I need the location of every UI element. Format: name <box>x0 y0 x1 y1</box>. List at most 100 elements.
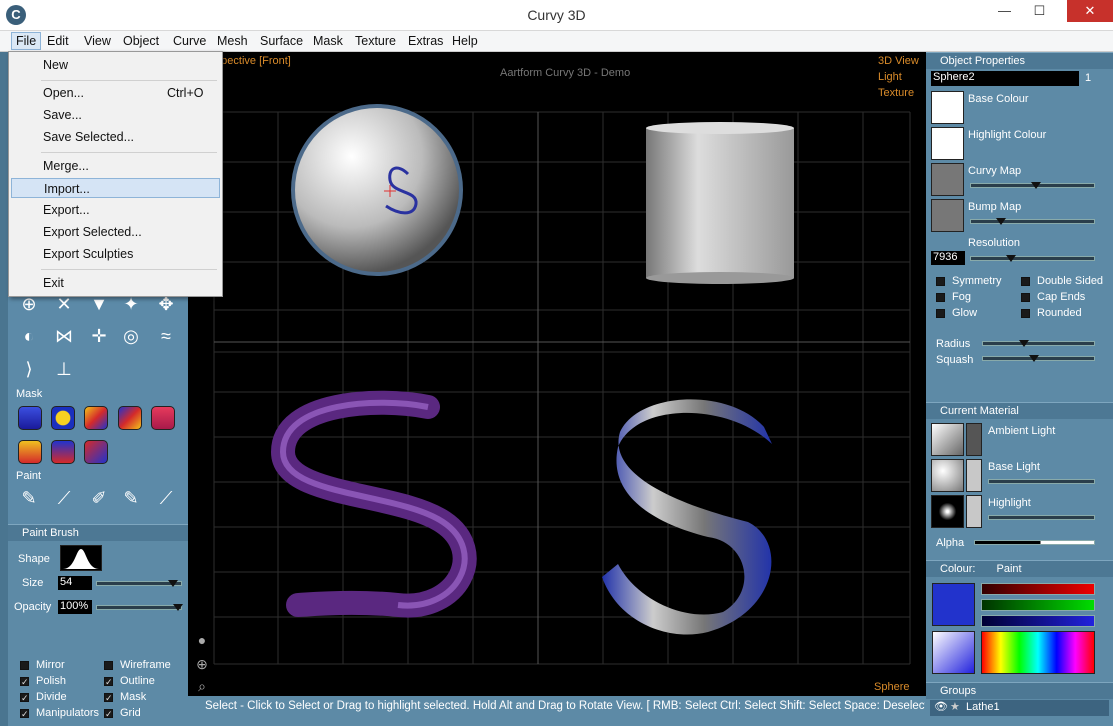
dropper-icon[interactable]: ✐ <box>87 486 111 510</box>
resolution-slider[interactable] <box>970 255 1095 262</box>
base-light-swatch[interactable] <box>931 459 964 492</box>
menu-object[interactable]: Object <box>119 33 163 49</box>
menu-edit[interactable]: Edit <box>43 33 73 49</box>
star-icon[interactable]: ★ <box>950 700 960 713</box>
base-light-colour[interactable] <box>966 459 982 492</box>
bump-map-swatch[interactable] <box>931 199 964 232</box>
curvy-map-thumb[interactable] <box>1031 182 1041 189</box>
menu-item-export-selected[interactable]: Export Selected... <box>11 222 220 242</box>
size-value[interactable]: 54 <box>58 576 92 590</box>
menu-view[interactable]: View <box>80 33 115 49</box>
group-name[interactable]: Lathe1 <box>966 701 1000 713</box>
flag-checkbox[interactable] <box>1021 277 1030 286</box>
mask-clear-icon[interactable] <box>151 406 175 430</box>
mask-gradient-icon[interactable] <box>84 406 108 430</box>
opacity-value[interactable]: 100% <box>58 600 92 614</box>
shade-picker[interactable] <box>932 631 975 674</box>
red-slider[interactable] <box>981 583 1095 595</box>
size-slider[interactable] <box>96 580 182 587</box>
mask-slice-icon[interactable] <box>84 440 108 464</box>
mode-3d-view[interactable]: 3D View <box>878 55 919 67</box>
close-button[interactable]: ✕ <box>1067 0 1113 22</box>
menu-help[interactable]: Help <box>448 33 482 49</box>
option-checkbox[interactable] <box>104 661 113 670</box>
split-tool-icon[interactable]: ⟩ <box>17 357 41 381</box>
menu-mask[interactable]: Mask <box>309 33 347 49</box>
flag-checkbox[interactable] <box>936 309 945 318</box>
curvy-map-swatch[interactable] <box>931 163 964 196</box>
flag-checkbox[interactable] <box>1021 293 1030 302</box>
colour-mode[interactable]: Paint <box>997 563 1022 575</box>
option-checkbox[interactable]: ✓ <box>104 709 113 719</box>
mirror-tool-icon[interactable]: ⋈ <box>52 324 76 348</box>
mode-texture[interactable]: Texture <box>878 87 914 99</box>
bump-map-thumb[interactable] <box>996 218 1006 225</box>
menu-item-new[interactable]: New <box>11 55 220 75</box>
fine-brush-icon[interactable]: ⟋ <box>52 486 76 510</box>
brush-shape-preview[interactable] <box>60 545 102 571</box>
pan-view-icon[interactable]: ⊕ <box>190 652 214 676</box>
base-colour-swatch[interactable] <box>931 91 964 124</box>
base-light-slider[interactable] <box>988 479 1095 484</box>
smudge-tool-icon[interactable]: ◐ <box>17 324 41 348</box>
menu-item-import[interactable]: Import... <box>11 178 220 198</box>
menu-item-exit[interactable]: Exit <box>11 273 220 293</box>
curvy-map-slider[interactable] <box>970 182 1095 189</box>
option-checkbox[interactable]: ✓ <box>20 677 29 687</box>
bump-map-slider[interactable] <box>970 218 1095 225</box>
menu-curve[interactable]: Curve <box>169 33 210 49</box>
highlight-colour[interactable] <box>966 495 982 528</box>
menu-item-open[interactable]: Open... Ctrl+O <box>11 83 220 103</box>
soft-brush-icon[interactable]: ✎ <box>119 486 143 510</box>
mask-spot-icon[interactable] <box>51 406 75 430</box>
flag-checkbox[interactable] <box>936 277 945 286</box>
maximize-button[interactable]: ☐ <box>1023 0 1056 22</box>
ambient-light-swatch[interactable] <box>931 423 964 456</box>
green-slider[interactable] <box>981 599 1095 611</box>
wave-tool-icon[interactable]: ≈ <box>154 324 178 348</box>
option-checkbox[interactable]: ✓ <box>104 693 113 703</box>
viewport-3d[interactable]: rspective [Front] Aartform Curvy 3D - De… <box>188 52 926 696</box>
menu-surface[interactable]: Surface <box>256 33 307 49</box>
rotate-view-icon[interactable]: ● <box>190 628 214 652</box>
radius-thumb[interactable] <box>1019 340 1029 347</box>
highlight-swatch[interactable] <box>931 495 964 528</box>
flatten-tool-icon[interactable]: ⊥ <box>52 357 76 381</box>
resolution-value[interactable]: 7936 <box>931 251 965 265</box>
mask-fill-icon[interactable] <box>18 440 42 464</box>
menu-item-save-selected[interactable]: Save Selected... <box>11 127 220 147</box>
minimize-button[interactable]: — <box>988 0 1021 22</box>
smudge-brush-icon[interactable]: ⟋ <box>154 486 178 510</box>
blue-slider[interactable] <box>981 615 1095 627</box>
visibility-eye-icon[interactable]: 👁 <box>934 700 948 713</box>
opacity-slider[interactable] <box>96 604 183 611</box>
menu-item-export-sculpties[interactable]: Export Sculpties <box>11 244 220 264</box>
hue-picker[interactable] <box>981 631 1095 674</box>
alpha-slider[interactable] <box>974 540 1095 545</box>
mask-invert-icon[interactable] <box>118 406 142 430</box>
flag-checkbox[interactable] <box>936 293 945 302</box>
highlight-slider[interactable] <box>988 515 1095 520</box>
menu-extras[interactable]: Extras <box>404 33 447 49</box>
menu-item-export[interactable]: Export... <box>11 200 220 220</box>
menu-texture[interactable]: Texture <box>351 33 400 49</box>
mask-all-icon[interactable] <box>18 406 42 430</box>
squash-thumb[interactable] <box>1029 355 1039 362</box>
option-checkbox[interactable]: ✓ <box>20 693 29 703</box>
current-colour-swatch[interactable] <box>932 583 975 626</box>
mode-light[interactable]: Light <box>878 71 902 83</box>
flag-checkbox[interactable] <box>1021 309 1030 318</box>
object-name-field[interactable]: Sphere2 <box>931 71 1079 86</box>
radius-slider[interactable] <box>982 340 1095 347</box>
group-row[interactable]: 👁 ★ Lathe1 <box>930 700 1109 716</box>
option-checkbox[interactable]: ✓ <box>104 677 113 687</box>
option-checkbox[interactable] <box>20 661 29 670</box>
scene-canvas[interactable] <box>188 52 926 696</box>
menu-mesh[interactable]: Mesh <box>213 33 252 49</box>
menu-file[interactable]: File <box>11 32 42 50</box>
brush-tool-icon[interactable]: ✎ <box>17 486 41 510</box>
rotate-tool-icon[interactable]: ◎ <box>119 324 143 348</box>
ambient-light-colour[interactable] <box>966 423 982 456</box>
move-tool-icon[interactable]: ✛ <box>87 324 111 348</box>
highlight-colour-swatch[interactable] <box>931 127 964 160</box>
